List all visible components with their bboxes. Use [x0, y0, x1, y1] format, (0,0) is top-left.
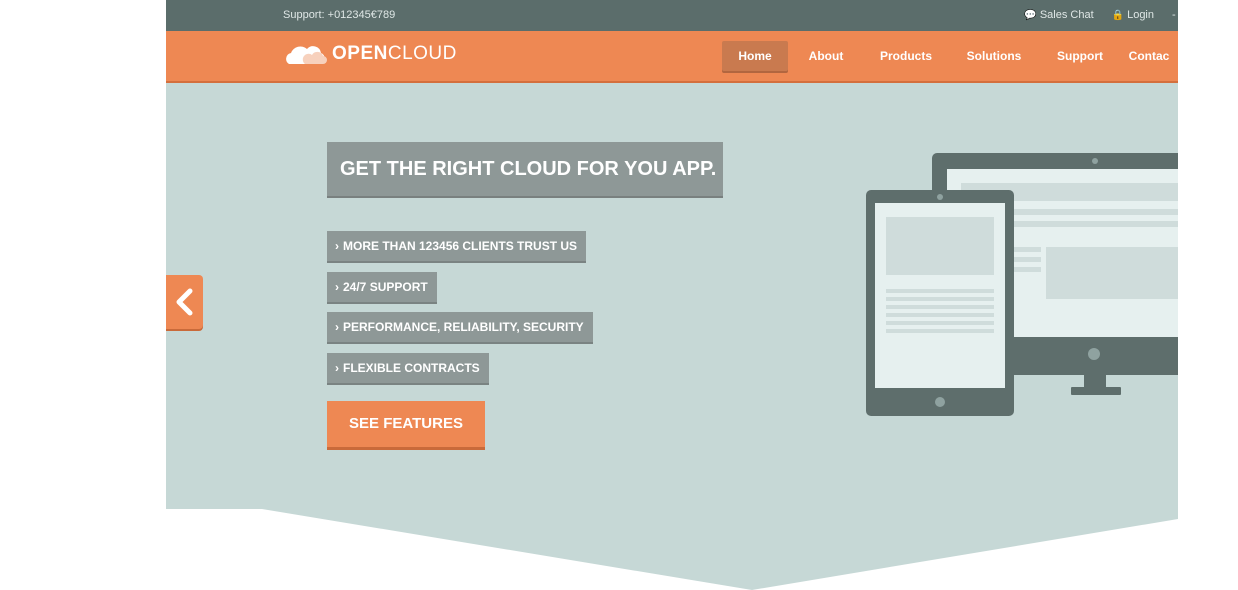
chevron-right-icon: ›	[335, 361, 339, 375]
lock-icon: 🔒	[1111, 10, 1125, 21]
feature-label: FLEXIBLE CONTRACTS	[343, 361, 480, 375]
main-nav: OPENCLOUD Home About Products Solutions …	[166, 31, 1178, 83]
feature-item: › FLEXIBLE CONTRACTS	[327, 353, 489, 383]
cloud-logo-icon	[286, 46, 327, 64]
brand-cloud: CLOUD	[387, 43, 457, 64]
website-viewport: Support: +012345€789 💬 Sales Chat 🔒 Login …	[166, 0, 1178, 590]
hero-bottom-shape-right	[752, 519, 1178, 590]
slider-prev-button[interactable]	[166, 275, 203, 329]
chevron-left-icon	[176, 288, 193, 316]
login-label: Login	[1127, 9, 1154, 21]
sales-chat-link[interactable]: 💬 Sales Chat	[1024, 9, 1093, 21]
hero-bottom-shape	[166, 509, 752, 590]
feature-item: › 24/7 SUPPORT	[327, 272, 437, 302]
feature-label: MORE THAN 123456 CLIENTS TRUST US	[343, 239, 578, 253]
nav-item-about[interactable]: About	[788, 41, 864, 71]
feature-item: › PERFORMANCE, RELIABILITY, SECURITY	[327, 312, 593, 342]
sales-chat-label: Sales Chat	[1039, 9, 1094, 21]
hero-headline: GET THE RIGHT CLOUD FOR YOU APP.	[327, 142, 723, 196]
brand-name: OPENCLOUD	[332, 43, 457, 65]
opencloud-logo[interactable]: OPENCLOUD	[283, 43, 457, 65]
feature-item: › MORE THAN 123456 CLIENTS TRUST US	[327, 231, 587, 261]
chevron-right-icon: ›	[335, 239, 339, 253]
login-link[interactable]: 🔒 Login	[1112, 9, 1154, 21]
tablet-icon	[866, 190, 1014, 416]
feature-label: PERFORMANCE, RELIABILITY, SECURITY	[343, 320, 584, 334]
nav-item-support[interactable]: Support	[1040, 41, 1120, 71]
see-features-button[interactable]: SEE FEATURES	[327, 401, 485, 447]
nav-menu: Home About Products Solutions Support Co…	[722, 41, 1178, 71]
nav-item-contact[interactable]: Contac	[1120, 41, 1178, 71]
nav-item-home[interactable]: Home	[722, 41, 788, 71]
top-bar-links: 💬 Sales Chat 🔒 Login -	[1024, 9, 1178, 21]
chat-icon: 💬	[1024, 10, 1037, 21]
nav-item-products[interactable]: Products	[864, 41, 948, 71]
feature-label: 24/7 SUPPORT	[343, 280, 428, 294]
support-phone: Support: +012345€789	[283, 9, 396, 21]
more-icon[interactable]: -	[1172, 9, 1178, 21]
top-bar: Support: +012345€789 💬 Sales Chat 🔒 Login …	[166, 0, 1178, 31]
brand-open: OPEN	[332, 43, 388, 64]
chevron-right-icon: ›	[335, 280, 339, 294]
nav-item-solutions[interactable]: Solutions	[948, 41, 1040, 71]
chevron-right-icon: ›	[335, 320, 339, 334]
hero-section: GET THE RIGHT CLOUD FOR YOU APP. › MORE T…	[166, 83, 1178, 590]
